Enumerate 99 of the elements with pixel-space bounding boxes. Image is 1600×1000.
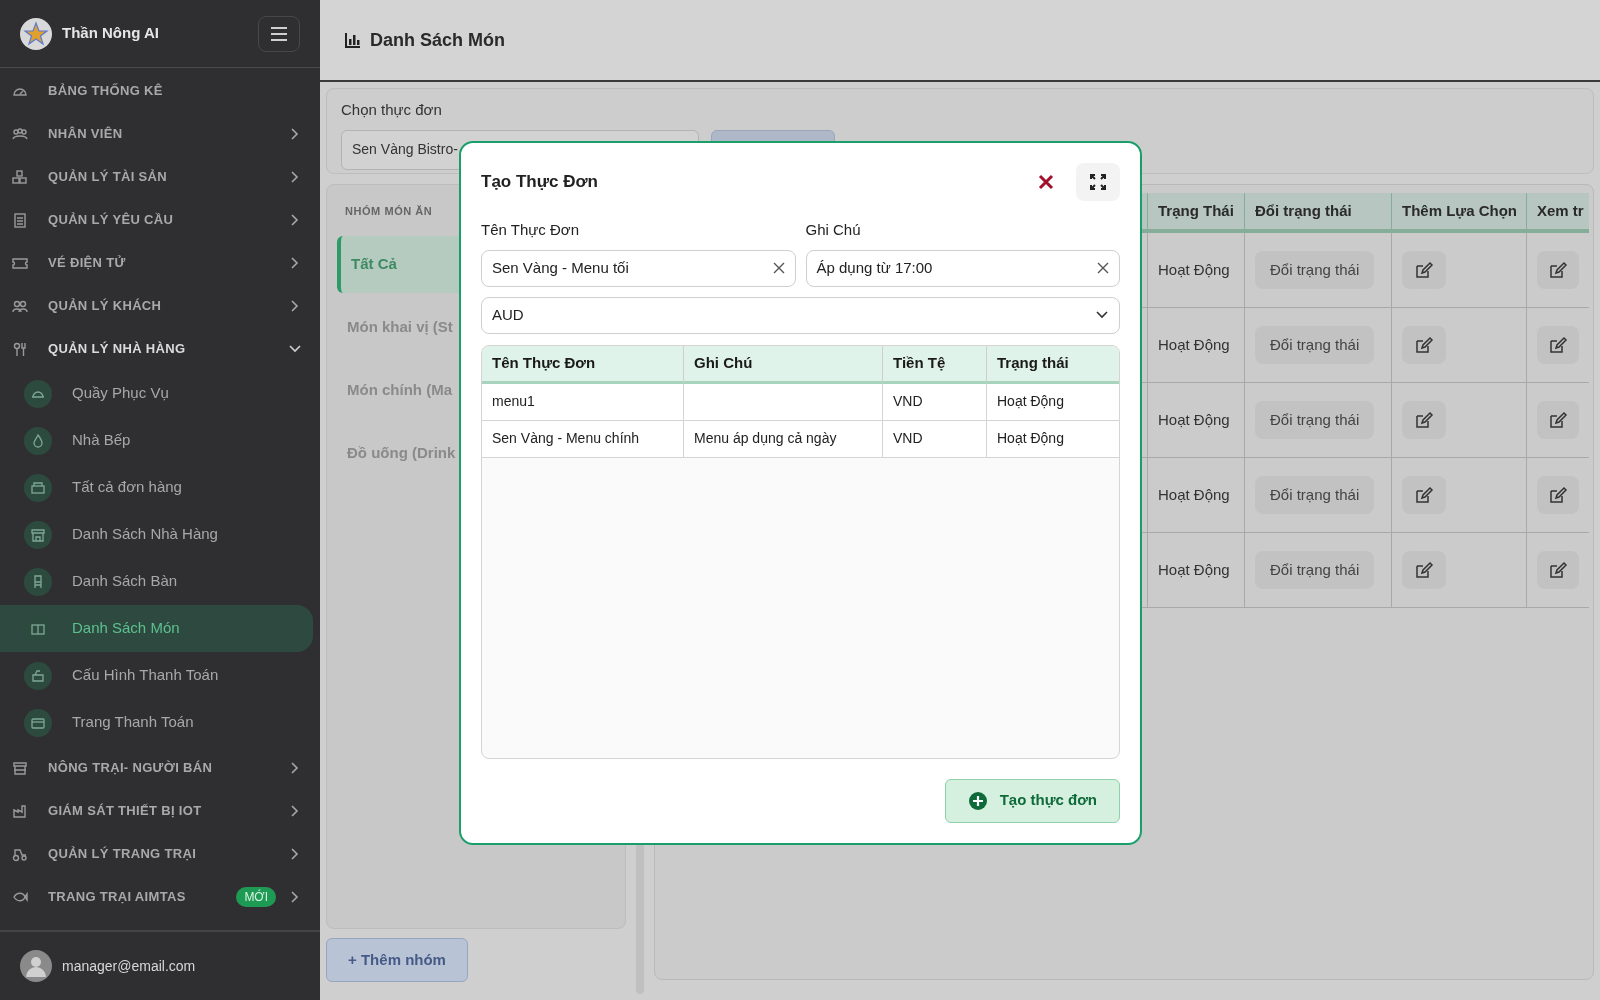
user-email: manager@email.com — [62, 956, 196, 976]
dialog-title: Tạo Thực Đơn — [481, 171, 598, 194]
edit-icon — [1548, 411, 1568, 429]
edit-button[interactable] — [1402, 401, 1446, 439]
boxes-icon — [12, 168, 28, 185]
clear-icon — [772, 262, 785, 274]
expand-icon — [1089, 173, 1107, 191]
edit-button[interactable] — [1402, 551, 1446, 589]
column-header: Xem tr — [1526, 193, 1589, 233]
field-label: Tên Thực Đơn — [481, 220, 580, 240]
clear-icon — [1097, 262, 1109, 274]
edit-button[interactable] — [1402, 326, 1446, 364]
column-header: Đổi trạng thái — [1244, 193, 1391, 233]
people-icon — [12, 125, 28, 142]
sidebar-item[interactable]: GIÁM SÁT THIẾT BỊ IOT — [0, 789, 320, 832]
sidebar-item[interactable]: QUẢN LÝ TÀI SẢN — [0, 155, 320, 198]
column-header: Tên Thực Đơn — [482, 345, 683, 384]
sidebar-item[interactable]: QUẢN LÝ YÊU CẦU — [0, 198, 320, 241]
table-cell: menu1 — [482, 383, 683, 421]
sidebar-item[interactable]: BẢNG THỐNG KÊ — [0, 69, 320, 112]
menu-icon — [269, 25, 289, 42]
column-header: Trạng thái — [986, 345, 1119, 384]
sidebar-subitem[interactable]: Cấu Hình Thanh Toán — [0, 652, 313, 699]
create-menu-button[interactable]: Tạo thực đơn — [944, 778, 1120, 823]
table-cell: Hoạt Động — [986, 420, 1119, 458]
edit-button[interactable] — [1537, 326, 1579, 364]
edit-button[interactable] — [1537, 551, 1579, 589]
change-status-button[interactable]: Đổi trạng thái — [1255, 401, 1375, 439]
plus-circle-icon — [967, 790, 988, 811]
status-cell: Hoạt Động — [1147, 233, 1244, 308]
sidebar-subitem[interactable]: Nhà Bếp — [0, 417, 313, 464]
edit-icon — [1548, 486, 1568, 504]
tray-icon — [30, 479, 46, 496]
factory-icon — [12, 802, 28, 819]
edit-button[interactable] — [1402, 476, 1446, 514]
table-cell: VND — [882, 420, 986, 458]
table-cell: Menu áp dụng cả ngày — [683, 420, 882, 458]
page-title: Danh Sách Món — [370, 28, 505, 52]
table-cell: Sen Vàng - Menu chính — [482, 420, 683, 458]
logo-icon — [20, 17, 52, 50]
avatar-icon — [20, 950, 52, 982]
add-group-button[interactable]: + Thêm nhóm — [326, 938, 468, 982]
edit-icon — [1414, 336, 1434, 354]
table-cell: VND — [882, 383, 986, 421]
edit-icon — [1414, 561, 1434, 579]
status-cell: Hoạt Động — [1147, 383, 1244, 458]
field-label: Ghi Chú — [805, 220, 862, 240]
edit-button[interactable] — [1537, 476, 1579, 514]
sidebar-subitem[interactable]: Danh Sách Bàn — [0, 558, 313, 605]
new-badge: MỚI — [236, 886, 276, 907]
close-icon[interactable] — [1038, 174, 1054, 190]
sidebar-subitem[interactable]: Danh Sách Nhà Hàng — [0, 511, 313, 558]
status-cell: Hoạt Động — [1147, 308, 1244, 383]
brand-name: Thần Nông AI — [62, 23, 159, 44]
column-header: Ghi Chú — [683, 345, 882, 384]
edit-icon — [1548, 336, 1568, 354]
currency-select[interactable]: AUD — [481, 296, 1120, 334]
text-field[interactable]: Áp dụng từ 17:00 — [805, 249, 1120, 287]
sidebar-item[interactable]: QUẢN LÝ TRANG TRẠI — [0, 832, 320, 875]
sidebar-subitem[interactable]: Tất cả đơn hàng — [0, 464, 313, 511]
table-cell: Hoạt Động — [986, 383, 1119, 421]
column-header: Thêm Lựa Chọn — [1391, 193, 1526, 233]
section-heading: NHÓM MÓN ĂN — [344, 204, 434, 219]
sidebar-item[interactable]: QUẢN LÝ NHÀ HÀNG — [0, 327, 320, 370]
edit-icon — [1414, 261, 1434, 279]
column-header: Trạng Thái — [1147, 193, 1244, 233]
edit-icon — [1548, 261, 1568, 279]
change-status-button[interactable]: Đổi trạng thái — [1255, 551, 1375, 589]
edit-icon — [1414, 486, 1434, 504]
change-status-button[interactable]: Đổi trạng thái — [1255, 476, 1375, 514]
clipboard-icon — [12, 211, 28, 228]
edit-icon — [1414, 411, 1434, 429]
edit-button[interactable] — [1537, 251, 1579, 289]
register-icon — [30, 667, 46, 684]
field-label: Chọn thực đơn — [341, 100, 443, 120]
sidebar-item[interactable]: QUẢN LÝ KHÁCH — [0, 284, 320, 327]
store-icon — [12, 759, 28, 776]
sidebar-item[interactable]: TRANG TRẠI AIMTAS MỚI — [0, 875, 320, 918]
sidebar-subitem[interactable]: Trang Thanh Toán — [0, 699, 313, 746]
text-field[interactable]: Sen Vàng - Menu tối — [481, 249, 796, 287]
chart-icon — [344, 31, 362, 49]
flame-icon — [30, 432, 46, 449]
shop-icon — [30, 526, 46, 543]
edit-icon — [1548, 561, 1568, 579]
sidebar-subitem[interactable]: Quầy Phục Vụ — [0, 370, 313, 417]
sidebar-subitem[interactable]: Danh Sách Món — [0, 605, 313, 652]
status-cell: Hoạt Động — [1147, 458, 1244, 533]
edit-button[interactable] — [1402, 251, 1446, 289]
sidebar-item[interactable]: NÔNG TRẠI- NGƯỜI BÁN — [0, 746, 320, 789]
status-cell: Hoạt Động — [1147, 533, 1244, 608]
column-header: Tiền Tệ — [882, 345, 986, 384]
sidebar-item[interactable]: VÉ ĐIỆN TỬ — [0, 241, 320, 284]
utensils-icon — [12, 340, 28, 357]
change-status-button[interactable]: Đổi trạng thái — [1255, 251, 1375, 289]
edit-button[interactable] — [1537, 401, 1579, 439]
sidebar-item[interactable]: NHÂN VIÊN — [0, 112, 320, 155]
change-status-button[interactable]: Đổi trạng thái — [1255, 326, 1375, 364]
menu-button[interactable] — [258, 15, 300, 52]
expand-button[interactable] — [1076, 163, 1120, 201]
